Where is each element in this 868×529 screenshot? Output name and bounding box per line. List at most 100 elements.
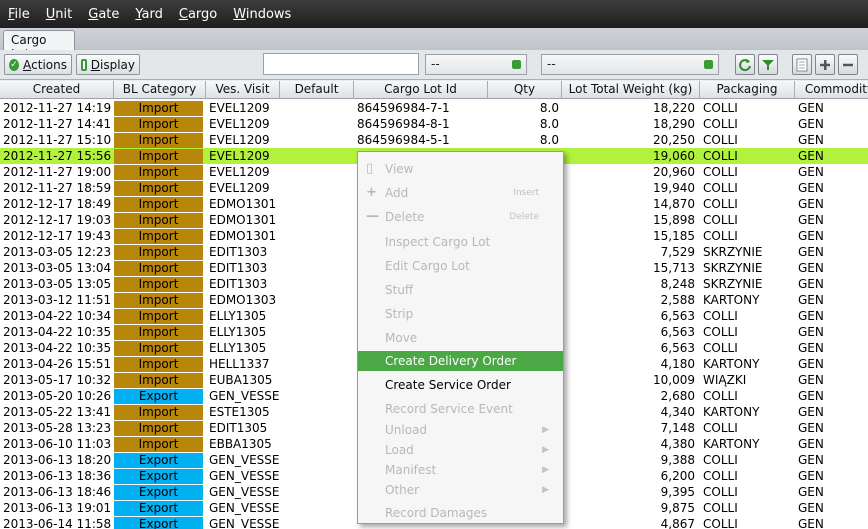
column-header-bl-category[interactable]: BL Category <box>114 81 206 99</box>
column-header-packaging[interactable]: Packaging <box>700 81 795 99</box>
column-header-lot-total-weight-kg[interactable]: Lot Total Weight (kg) <box>562 81 700 99</box>
filter-combo-1[interactable]: -- <box>425 54 527 75</box>
context-menu-create-delivery-order[interactable]: Create Delivery Order <box>358 351 563 371</box>
cell-created: 2013-06-10 11:03 <box>3 437 112 451</box>
column-header-cargo-lot-id[interactable]: Cargo Lot Id <box>354 81 488 99</box>
tab-cargo-lots[interactable]: Cargo Lots <box>3 30 75 61</box>
context-menu-load[interactable]: Load ▶ <box>358 440 563 460</box>
menu-windows[interactable]: Windows <box>233 7 291 22</box>
menu-file[interactable]: File <box>8 7 30 22</box>
cell-visit: EDMO1301 <box>209 213 277 227</box>
cell-weight: 15,898 <box>653 213 695 227</box>
cell-comm: GEN <box>798 277 824 291</box>
menu-cargo[interactable]: Cargo <box>179 7 217 22</box>
add-button[interactable] <box>815 54 835 75</box>
cell-comm: GEN <box>798 229 824 243</box>
cell-visit: EVEL1209 <box>209 133 270 147</box>
cell-visit: GEN_VESSEL <box>209 485 280 499</box>
context-menu-move[interactable]: Move <box>358 328 563 348</box>
cell-pack: COLLI <box>703 453 738 467</box>
tab-strip: Cargo Lots <box>0 28 868 61</box>
cell-weight: 6,563 <box>660 309 695 323</box>
cell-visit: GEN_VESSEL <box>209 501 280 515</box>
cell-weight: 18,220 <box>653 101 695 115</box>
cell-weight: 9,395 <box>660 485 695 499</box>
remove-button[interactable] <box>838 54 858 75</box>
cell-visit: EVEL1209 <box>209 101 270 115</box>
bl-category-badge: Export <box>114 453 203 468</box>
menu-gate[interactable]: Gate <box>88 7 119 22</box>
check-icon: ✓ <box>9 58 19 71</box>
bl-category-badge: Import <box>114 213 203 228</box>
column-header-default[interactable]: Default <box>280 81 354 99</box>
menu-yard[interactable]: Yard <box>135 7 163 22</box>
context-menu-inspect-cargo-lot[interactable]: Inspect Cargo Lot <box>358 232 563 252</box>
minus-icon <box>843 63 853 66</box>
cell-visit: GEN_VESSEL <box>209 389 280 403</box>
dropdown-icon <box>704 60 713 69</box>
cell-lot: 864596984-8-1 <box>357 117 450 131</box>
cell-pack: COLLI <box>703 501 738 515</box>
cell-comm: GEN <box>798 133 824 147</box>
context-menu-record-service-event[interactable]: Record Service Event <box>358 399 563 419</box>
context-menu-view[interactable]: ▯ View <box>358 159 563 179</box>
bl-category-badge: Import <box>114 421 203 436</box>
table-row[interactable]: 2012-11-27 15:10 Import EVEL1209 864596984-… <box>0 132 868 148</box>
cell-visit: GEN_VESSEL <box>209 469 280 483</box>
filter-input[interactable] <box>263 53 419 75</box>
cell-comm: GEN <box>798 101 824 115</box>
bl-category-badge: Import <box>114 181 203 196</box>
context-menu-manifest[interactable]: Manifest ▶ <box>358 460 563 480</box>
cell-comm: GEN <box>798 453 824 467</box>
cell-weight: 4,380 <box>660 437 695 451</box>
cell-created: 2013-06-13 18:20 <box>3 453 112 467</box>
cell-created: 2013-04-22 10:35 <box>3 325 112 339</box>
cell-weight: 19,060 <box>653 149 695 163</box>
context-menu-unload[interactable]: Unload ▶ <box>358 420 563 440</box>
context-menu-edit-cargo-lot[interactable]: Edit Cargo Lot <box>358 256 563 276</box>
submenu-arrow-icon: ▶ <box>542 445 549 455</box>
bl-category-badge: Import <box>114 197 203 212</box>
column-header-created[interactable]: Created <box>0 81 114 99</box>
table-row[interactable]: 2012-11-27 14:41 Import EVEL1209 864596984-… <box>0 116 868 132</box>
display-button[interactable]: Display <box>76 54 140 75</box>
document-icon <box>796 58 808 71</box>
cell-weight: 10,009 <box>653 373 695 387</box>
context-menu-create-service-order[interactable]: Create Service Order <box>358 375 563 395</box>
column-header-qty[interactable]: Qty <box>488 81 562 99</box>
bl-category-badge: Export <box>114 501 203 516</box>
column-header-ves-visit[interactable]: Ves. Visit <box>206 81 280 99</box>
cell-comm: GEN <box>798 357 824 371</box>
cell-visit: EBBA1305 <box>209 437 272 451</box>
refresh-button[interactable] <box>735 54 755 75</box>
bl-category-badge: Import <box>114 245 203 260</box>
table-row[interactable]: 2012-11-27 14:19 Import EVEL1209 864596984-… <box>0 100 868 116</box>
column-header-commodity[interactable]: Commodity <box>795 81 868 99</box>
submenu-arrow-icon: ▶ <box>542 485 549 495</box>
cell-lot: 864596984-5-1 <box>357 133 450 147</box>
cell-pack: COLLI <box>703 325 738 339</box>
context-menu-add[interactable]: + Add Insert <box>358 183 563 203</box>
cell-created: 2012-11-27 15:56 <box>3 149 112 163</box>
cell-comm: GEN <box>798 245 824 259</box>
menu-unit[interactable]: Unit <box>46 7 72 22</box>
context-menu-other[interactable]: Other ▶ <box>358 480 563 500</box>
cell-weight: 9,388 <box>660 453 695 467</box>
cell-pack: COLLI <box>703 101 738 115</box>
cell-created: 2013-06-14 11:58 <box>3 517 112 529</box>
toolbar: ✓ Actions Display -- -- <box>0 50 868 80</box>
filter-button[interactable] <box>758 54 778 75</box>
cell-visit: EVEL1209 <box>209 117 270 131</box>
actions-button[interactable]: ✓ Actions <box>4 54 72 75</box>
cell-comm: GEN <box>798 293 824 307</box>
filter-combo-2[interactable]: -- <box>541 54 719 75</box>
cell-created: 2012-11-27 14:19 <box>3 101 112 115</box>
context-menu-strip[interactable]: Strip <box>358 304 563 324</box>
cell-pack: COLLI <box>703 389 738 403</box>
cell-comm: GEN <box>798 165 824 179</box>
context-menu-delete[interactable]: — Delete Delete <box>358 207 563 227</box>
cell-comm: GEN <box>798 213 824 227</box>
context-menu-stuff[interactable]: Stuff <box>358 280 563 300</box>
context-menu-record-damages[interactable]: Record Damages <box>358 503 563 523</box>
view-button[interactable] <box>792 54 812 75</box>
